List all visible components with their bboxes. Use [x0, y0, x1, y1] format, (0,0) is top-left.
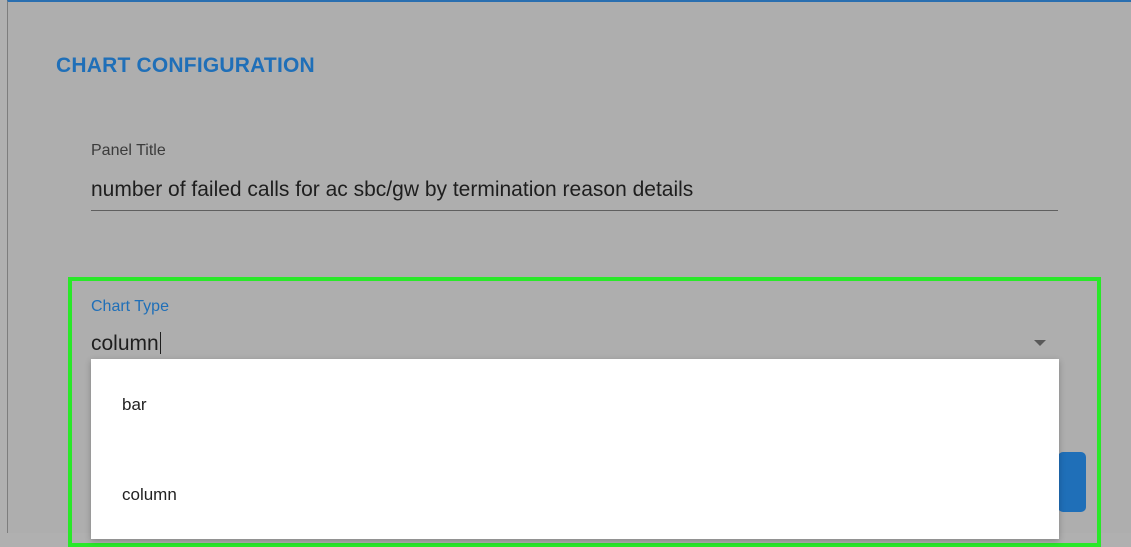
menu-item-label: column: [122, 485, 177, 504]
menu-item-label: bar: [122, 395, 147, 414]
chevron-down-icon[interactable]: [1034, 340, 1046, 346]
chart-type-value: column: [91, 332, 159, 355]
chart-type-dropdown-menu: bar column: [91, 359, 1059, 539]
text-cursor: [159, 332, 161, 354]
primary-action-button[interactable]: [1058, 452, 1086, 512]
panel-title-label: Panel Title: [91, 142, 166, 159]
chart-type-select[interactable]: column: [91, 332, 161, 356]
menu-item-bar[interactable]: bar: [91, 381, 1059, 429]
chart-configuration-dialog: CHART CONFIGURATION Panel Title number o…: [7, 0, 1131, 547]
menu-item-column[interactable]: column: [91, 471, 1059, 519]
chart-type-label: Chart Type: [91, 298, 169, 315]
panel-title-underline: [91, 210, 1058, 211]
section-title: CHART CONFIGURATION: [56, 54, 315, 77]
panel-title-input[interactable]: number of failed calls for ac sbc/gw by …: [91, 178, 693, 202]
